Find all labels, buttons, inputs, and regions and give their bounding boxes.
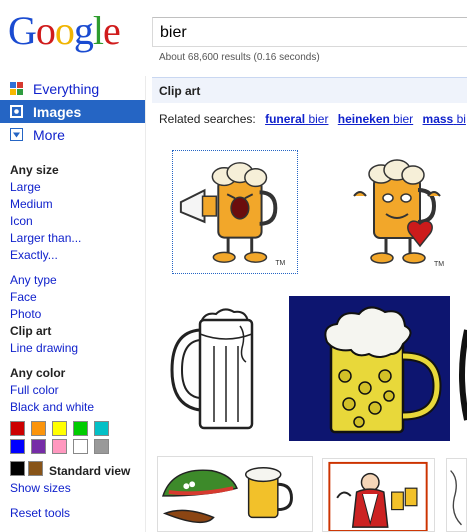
beer-mascot-megaphone-image: TM [173,151,297,273]
bavarian-hat-image [159,457,311,531]
logo-letter: o [35,8,56,53]
standard-view: Standard view [49,464,131,478]
nav-item-images[interactable]: Images [0,100,145,123]
filter-any-size[interactable]: Any size [10,162,145,179]
nav-item-label: Images [33,103,82,120]
related-normal: bier [308,112,329,126]
logo-letter: o [54,8,75,53]
show-sizes-link[interactable]: Show sizes [10,480,145,497]
color-swatch-pink[interactable] [52,439,67,454]
filter-face[interactable]: Face [10,289,145,306]
image-thumbnail-beer-stein-outline[interactable] [166,306,270,436]
related-searches: Related searches: funeral bier heineken … [159,112,466,126]
filter-larger-than[interactable]: Larger than... [10,230,145,247]
nav-item-label: More [33,126,65,143]
logo-letter: G [8,8,37,53]
logo-letter: e [103,8,121,53]
related-normal: bier [393,112,414,126]
related-link-mass-bier[interactable]: mass bi [423,112,466,126]
search-tools: Any size Large Medium Icon Larger than..… [10,162,145,522]
filter-any-type[interactable]: Any type [10,272,145,289]
image-thumbnail-waiter[interactable] [322,458,435,532]
partial-image [447,461,466,529]
oktoberfest-waiter-image [323,459,434,531]
filter-line-drawing[interactable]: Line drawing [10,340,145,357]
color-swatch-brown[interactable] [28,460,43,476]
related-prefix: Related searches: [159,112,256,126]
image-thumbnail-partial[interactable] [446,458,467,532]
result-stats: About 68,600 results (0.16 seconds) [159,52,320,63]
everything-icon [10,82,23,95]
image-thumbnail-partial-ring[interactable] [458,320,467,430]
nav-divider [145,76,146,532]
color-swatch-teal[interactable] [94,421,109,436]
related-normal: bi [456,112,466,126]
image-thumbnail-bavarian-hat[interactable] [157,456,313,532]
section-header: Clip art [152,77,467,103]
chevron-down-icon [10,128,23,141]
image-thumbnail-beer-mug-megaphone[interactable]: TM [172,150,298,274]
color-swatch-red[interactable] [10,421,25,436]
search-input[interactable]: bier [152,17,467,47]
nav-item-more[interactable]: More [0,123,145,146]
partial-ring-image [458,320,467,430]
trademark-mark: TM [275,260,285,267]
image-thumbnail-beer-stein-yellow[interactable] [289,296,450,441]
color-swatch-purple[interactable] [31,439,46,454]
beer-mascot-heart-image: TM [336,150,462,274]
color-swatch-green[interactable] [73,421,88,436]
beer-stein-outline-image [166,306,270,436]
color-swatches [10,421,145,454]
nav-item-everything[interactable]: Everything [0,77,145,100]
color-swatch-white[interactable] [73,439,88,454]
related-bold: heineken [337,112,390,126]
color-swatch-black[interactable] [10,460,25,476]
filter-icon[interactable]: Icon [10,213,145,230]
filter-exactly[interactable]: Exactly... [10,247,145,264]
nav-item-label: Everything [33,80,100,97]
related-bold: mass [422,112,454,126]
left-nav: Everything Images More [0,76,145,146]
logo-letter: g [73,8,94,53]
filter-clip-art: Clip art [10,324,52,338]
beer-stein-yellow-image [289,296,450,441]
related-link-funeral-bier[interactable]: funeral bier [265,112,328,126]
color-swatch-yellow[interactable] [52,421,67,436]
color-swatch-orange[interactable] [31,421,46,436]
reset-tools-link[interactable]: Reset tools [10,505,145,522]
related-link-heineken-bier[interactable]: heineken bier [338,112,413,126]
google-logo[interactable]: Google [8,8,138,54]
related-bold: funeral [265,112,306,126]
filter-any-color[interactable]: Any color [10,365,145,382]
filter-photo[interactable]: Photo [10,306,145,323]
filter-medium[interactable]: Medium [10,196,145,213]
filter-large[interactable]: Large [10,179,145,196]
trademark-mark: TM [434,261,444,268]
filter-black-and-white[interactable]: Black and white [10,399,145,416]
image-thumbnail-beer-mug-heart[interactable]: TM [336,150,462,274]
color-swatch-gray[interactable] [94,439,109,454]
images-icon [10,105,23,118]
filter-full-color[interactable]: Full color [10,382,145,399]
color-swatch-blue[interactable] [10,439,25,454]
logo-letter: l [92,8,104,53]
